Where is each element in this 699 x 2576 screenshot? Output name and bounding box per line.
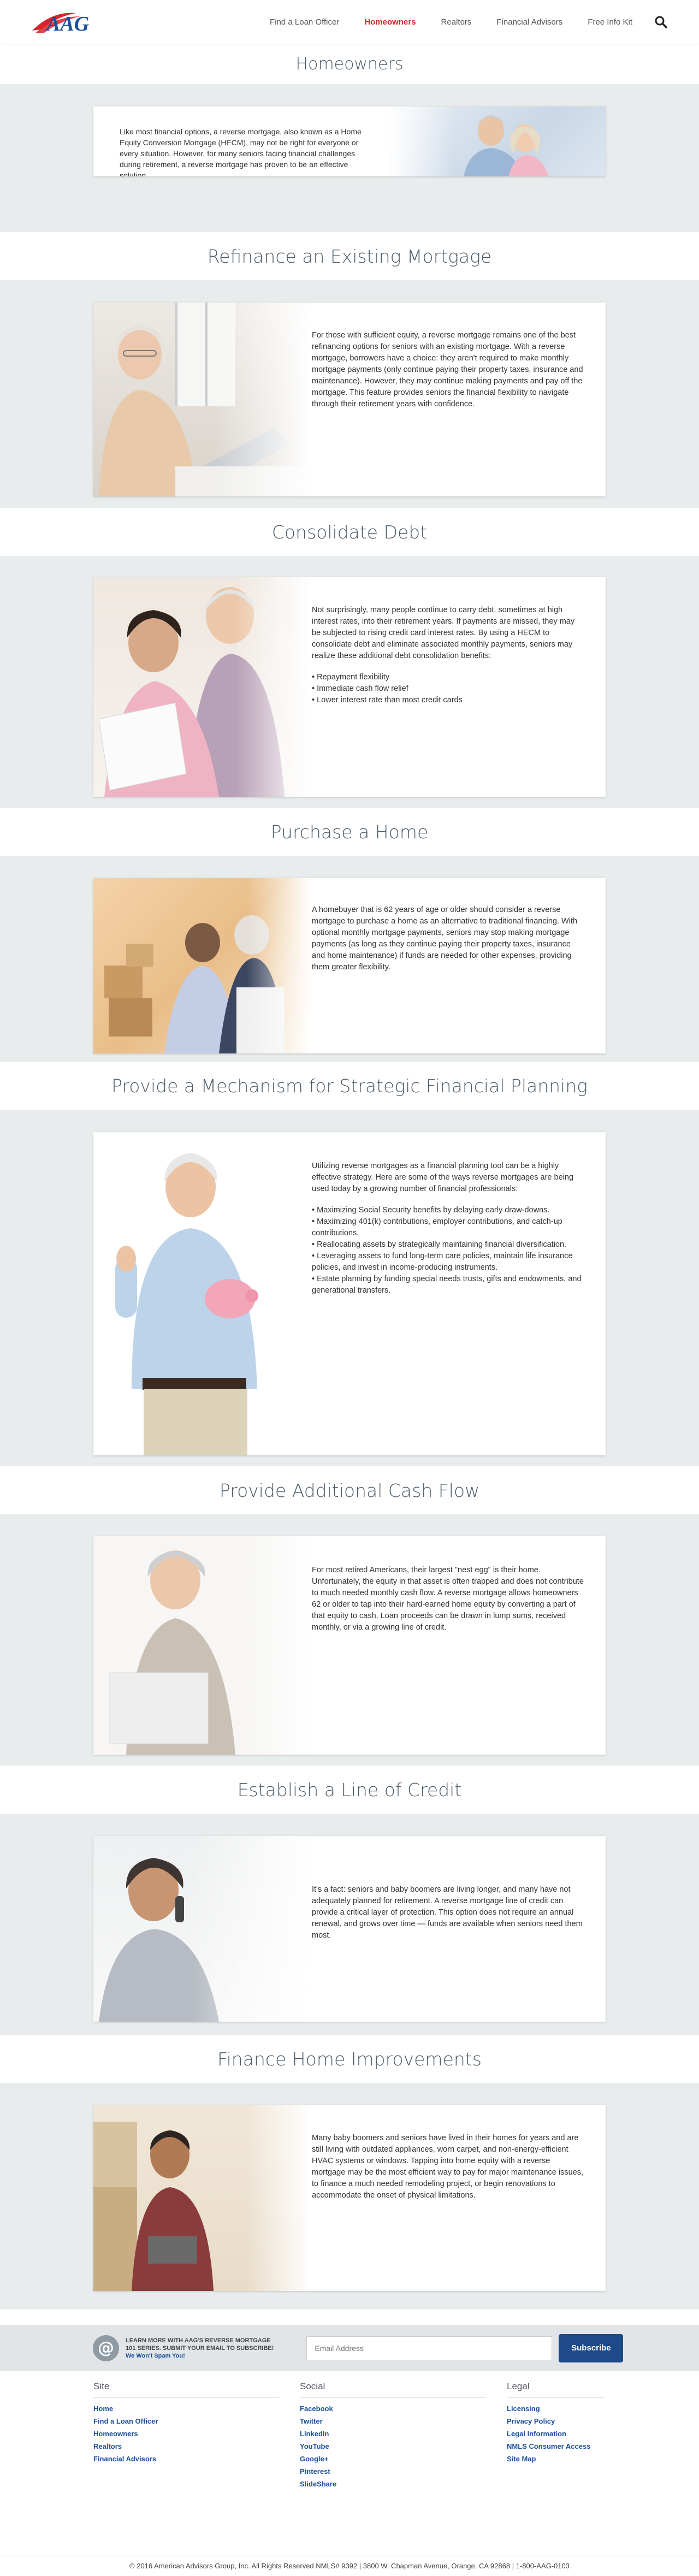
site-header: AAG Find a Loan Officer Homeowners Realt… xyxy=(0,0,699,44)
footer-link-financial-advisors[interactable]: Financial Advisors xyxy=(93,2453,279,2465)
financial-planning-text: Utilizing reverse mortgages as a financi… xyxy=(312,1132,606,1455)
line-of-credit-card: It's a fact: seniors and baby boomers ar… xyxy=(93,1836,606,2022)
intro-section: Like most financial options, a reverse m… xyxy=(0,84,699,232)
page-title: Homeowners xyxy=(0,44,699,84)
financial-planning-list: Maximizing Social Security benefits by d… xyxy=(312,1205,584,1296)
section-title-cash-flow: Provide Additional Cash Flow xyxy=(0,1466,699,1514)
copyright: © 2016 American Advisors Group, Inc. All… xyxy=(0,2556,699,2576)
footer-link-realtors[interactable]: Realtors xyxy=(93,2440,279,2453)
consolidate-debt-paragraph: Not surprisingly, many people continue t… xyxy=(312,606,575,660)
consolidate-debt-text: Not surprisingly, many people continue t… xyxy=(312,577,606,797)
footer-link-legal-information[interactable]: Legal Information xyxy=(507,2427,605,2440)
refinance-text: For those with sufficient equity, a reve… xyxy=(312,331,583,408)
intro-text: Like most financial options, a reverse m… xyxy=(120,127,362,176)
footer-link-privacy-policy[interactable]: Privacy Policy xyxy=(507,2415,605,2427)
main-nav: Find a Loan Officer Homeowners Realtors … xyxy=(245,15,667,28)
nav-free-info-kit[interactable]: Free Info Kit xyxy=(588,17,632,27)
section-title-consolidate-debt: Consolidate Debt xyxy=(0,508,699,556)
aag-logo-mark: AAG xyxy=(32,13,90,35)
financial-planning-section: Utilizing reverse mortgages as a financi… xyxy=(0,1110,699,1466)
nav-realtors[interactable]: Realtors xyxy=(441,17,472,27)
section-title-financial-planning: Provide a Mechanism for Strategic Financ… xyxy=(0,1062,699,1110)
footer-link-nmls-consumer-access[interactable]: NMLS Consumer Access xyxy=(507,2440,605,2453)
subscribe-button[interactable]: Subscribe xyxy=(559,2334,624,2362)
newsletter-bar: @ LEARN MORE WITH AAG'S REVERSE MORTGAGE… xyxy=(0,2325,699,2371)
footer-link-licensing[interactable]: Licensing xyxy=(507,2402,605,2415)
home-improvements-card: Many baby boomers and seniors have lived… xyxy=(93,2105,606,2291)
cash-flow-card: For most retired Americans, their larges… xyxy=(93,1536,606,1755)
footer-site-heading: Site xyxy=(93,2381,279,2398)
site-footer: Site Home Find a Loan Officer Homeowners… xyxy=(0,2371,699,2556)
footer-link-youtube[interactable]: YouTube xyxy=(300,2440,485,2453)
consolidate-debt-card: Not surprisingly, many people continue t… xyxy=(93,577,606,797)
refinance-section: For those with sufficient equity, a reve… xyxy=(0,280,699,508)
newsletter-copy: LEARN MORE WITH AAG'S REVERSE MORTGAGE 1… xyxy=(126,2337,274,2360)
purchase-home-section: A homebuyer that is 62 years of age or o… xyxy=(0,856,699,1062)
list-item: Leveraging assets to fund long-term care… xyxy=(312,1251,584,1274)
section-title-home-improvements: Finance Home Improvements xyxy=(0,2035,699,2083)
nav-homeowners[interactable]: Homeowners xyxy=(364,17,416,27)
section-title-refinance: Refinance an Existing Mortgage xyxy=(0,232,699,280)
list-item: Maximizing 401(k) contributions, employe… xyxy=(312,1216,584,1239)
list-item: Reallocating assets by strategically mai… xyxy=(312,1239,584,1251)
footer-link-linkedin[interactable]: LinkedIn xyxy=(300,2427,485,2440)
newsletter-line2: 101 SERIES. SUBMIT YOUR EMAIL TO SUBSCRI… xyxy=(126,2344,274,2352)
section-title-line-of-credit: Establish a Line of Credit xyxy=(0,1766,699,1814)
footer-link-twitter[interactable]: Twitter xyxy=(300,2415,485,2427)
refinance-card: For those with sufficient equity, a reve… xyxy=(93,303,606,496)
search-icon[interactable] xyxy=(654,15,667,28)
email-input[interactable] xyxy=(306,2336,553,2360)
line-of-credit-text: It's a fact: seniors and baby boomers ar… xyxy=(312,1885,583,1940)
purchase-home-text: A homebuyer that is 62 years of age or o… xyxy=(312,905,578,972)
man-piggy-bank-photo xyxy=(93,1132,312,1455)
consolidate-debt-list: Repayment flexibility Immediate cash flo… xyxy=(312,672,584,706)
newsletter-line1: LEARN MORE WITH AAG'S REVERSE MORTGAGE xyxy=(126,2337,271,2344)
consolidate-debt-section: Not surprisingly, many people continue t… xyxy=(0,556,699,808)
list-item: Immediate cash flow relief xyxy=(312,683,584,695)
footer-legal-heading: Legal xyxy=(507,2381,605,2398)
footer-link-site-map[interactable]: Site Map xyxy=(507,2453,605,2465)
footer-social-column: Social Facebook Twitter LinkedIn YouTube… xyxy=(300,2381,485,2490)
nav-find-loan-officer[interactable]: Find a Loan Officer xyxy=(270,17,339,27)
list-item: Lower interest rate than most credit car… xyxy=(312,695,584,706)
senior-couple-photo xyxy=(387,106,606,176)
home-improvements-text: Many baby boomers and seniors have lived… xyxy=(312,2134,584,2200)
senior-woman-laptop-photo-2 xyxy=(93,1536,312,1755)
couple-moving-boxes-photo xyxy=(93,878,312,1053)
email-icon: @ xyxy=(93,2335,119,2361)
footer-link-facebook[interactable]: Facebook xyxy=(300,2402,485,2415)
list-item: Estate planning by funding special needs… xyxy=(312,1274,584,1296)
aag-logo[interactable]: AAG xyxy=(30,5,106,38)
home-improvements-section: Many baby boomers and seniors have lived… xyxy=(0,2083,699,2309)
senior-couple-bills-photo xyxy=(93,577,312,797)
purchase-home-card: A homebuyer that is 62 years of age or o… xyxy=(93,878,606,1053)
cash-flow-text: For most retired Americans, their larges… xyxy=(312,1566,584,1632)
man-toolbox-photo xyxy=(93,2105,312,2291)
line-of-credit-section: It's a fact: seniors and baby boomers ar… xyxy=(0,1814,699,2035)
footer-link-googleplus[interactable]: Google+ xyxy=(300,2453,485,2465)
footer-site-column: Site Home Find a Loan Officer Homeowners… xyxy=(93,2381,279,2465)
intro-card: Like most financial options, a reverse m… xyxy=(93,106,606,176)
nav-financial-advisors[interactable]: Financial Advisors xyxy=(496,17,562,27)
list-item: Repayment flexibility xyxy=(312,672,584,683)
section-title-purchase-home: Purchase a Home xyxy=(0,808,699,856)
footer-link-home[interactable]: Home xyxy=(93,2402,279,2415)
footer-link-find-loan-officer[interactable]: Find a Loan Officer xyxy=(93,2415,279,2427)
senior-woman-phone-photo xyxy=(93,1836,312,2022)
svg-text:AAG: AAG xyxy=(45,13,90,35)
footer-link-homeowners[interactable]: Homeowners xyxy=(93,2427,279,2440)
footer-legal-column: Legal Licensing Privacy Policy Legal Inf… xyxy=(507,2381,605,2465)
senior-woman-laptop-photo xyxy=(93,303,312,496)
financial-planning-paragraph: Utilizing reverse mortgages as a financi… xyxy=(312,1162,574,1193)
list-item: Maximizing Social Security benefits by d… xyxy=(312,1205,584,1216)
financial-planning-card: Utilizing reverse mortgages as a financi… xyxy=(93,1132,606,1455)
footer-link-slideshare[interactable]: SlideShare xyxy=(300,2478,485,2490)
footer-link-pinterest[interactable]: Pinterest xyxy=(300,2465,485,2478)
newsletter-line3: We Won't Spam You! xyxy=(126,2352,185,2359)
footer-social-heading: Social xyxy=(300,2381,485,2398)
cash-flow-section: For most retired Americans, their larges… xyxy=(0,1514,699,1766)
